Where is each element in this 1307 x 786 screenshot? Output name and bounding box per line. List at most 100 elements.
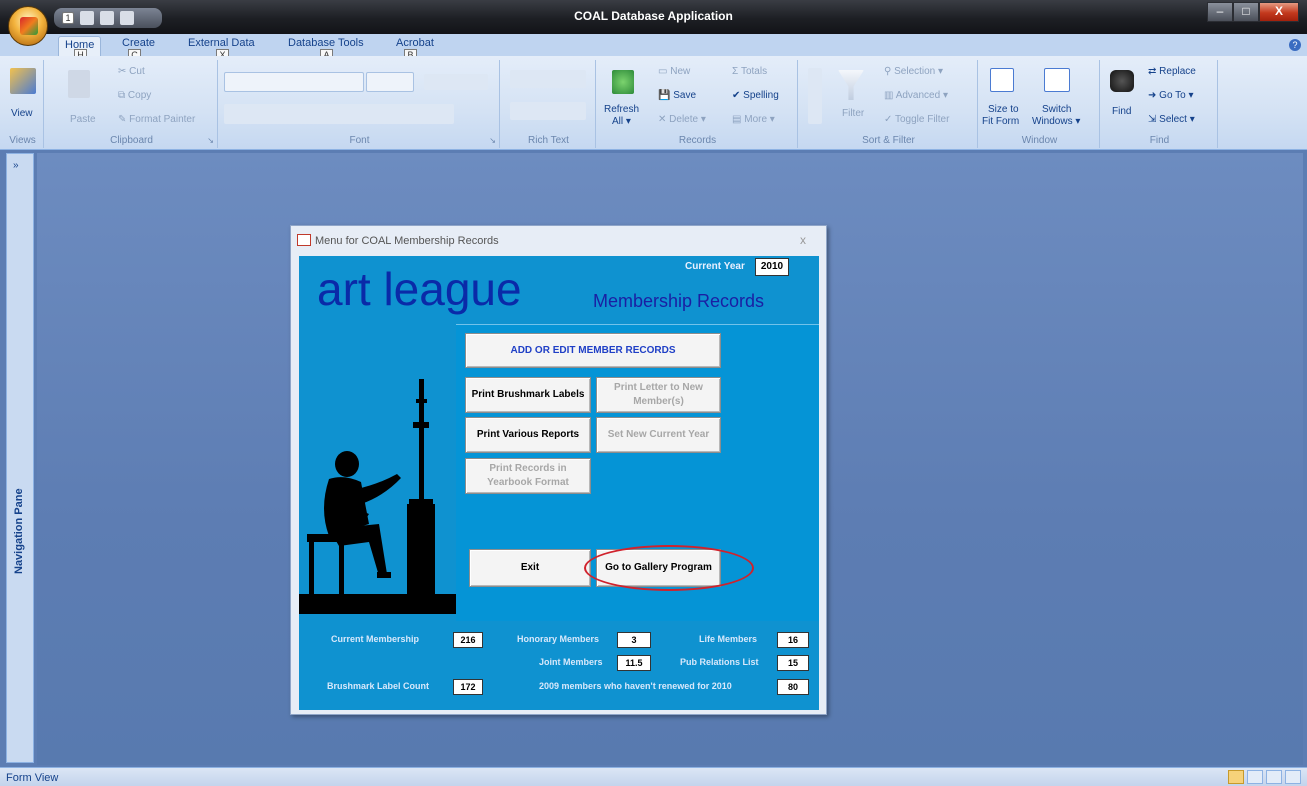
group-views: View Views <box>2 60 44 148</box>
save-record-button[interactable]: 💾 Save <box>658 90 696 101</box>
copy-button[interactable]: ⧉ Copy <box>118 90 151 101</box>
group-label-records: Records <box>678 135 717 146</box>
group-sort-filter: Filter ⚲ Selection ▾ ▥ Advanced ▾ ✓ Togg… <box>800 60 978 148</box>
form-icon <box>297 234 311 246</box>
status-text: Form View <box>6 772 59 784</box>
paste-button[interactable]: Paste <box>70 114 96 125</box>
set-new-current-year-button[interactable]: Set New Current Year <box>596 417 721 453</box>
list-icons[interactable] <box>510 102 586 120</box>
group-label-font: Font <box>349 135 370 146</box>
goto-button[interactable]: ➜ Go To ▾ <box>1148 90 1193 101</box>
binoculars-icon[interactable] <box>1110 70 1134 92</box>
group-find: Find ⇄ Replace ➜ Go To ▾ ⇲ Select ▾ Find <box>1102 60 1218 148</box>
find-button[interactable]: Find <box>1112 106 1131 117</box>
group-font: Font ↘ <box>220 60 500 148</box>
form-subtitle: Membership Records <box>593 291 765 311</box>
filter-button[interactable]: Filter <box>842 108 864 119</box>
exit-button[interactable]: Exit <box>469 549 591 587</box>
status-bar: Form View <box>0 767 1307 786</box>
current-year-label: Current Year <box>685 261 745 272</box>
view-icon[interactable] <box>10 68 36 94</box>
life-members-field: 16 <box>777 632 809 648</box>
title-bar: 1 COAL Database Application – □ X <box>0 0 1307 34</box>
advanced-button[interactable]: ▥ Advanced ▾ <box>884 90 948 101</box>
size-to-fit-icon[interactable] <box>990 68 1014 92</box>
navigation-pane-label: Navigation Pane <box>13 488 25 574</box>
navigation-pane[interactable]: » Navigation Pane <box>6 153 34 763</box>
not-renewed-label: 2009 members who haven't renewed for 201… <box>539 681 732 691</box>
not-renewed-field: 80 <box>777 679 809 695</box>
group-label-find: Find <box>1149 135 1170 146</box>
print-yearbook-format-button[interactable]: Print Records in Yearbook Format <box>465 458 591 494</box>
group-label-sort-filter: Sort & Filter <box>862 135 915 146</box>
brand-title: art league <box>317 263 522 315</box>
print-various-reports-button[interactable]: Print Various Reports <box>465 417 591 453</box>
current-year-field: 2010 <box>755 258 789 276</box>
size-to-fit-button-2[interactable]: Fit Form <box>982 116 1019 127</box>
group-window: Size to Fit Form Switch Windows ▾ Window <box>980 60 1100 148</box>
datasheet-view-icon[interactable] <box>1247 770 1263 784</box>
tab-database-tools[interactable]: Database Tools <box>288 37 364 49</box>
cut-button[interactable]: ✂ Cut <box>118 66 145 77</box>
joint-members-label: Joint Members <box>539 657 603 667</box>
totals-button[interactable]: Σ Totals <box>732 66 767 77</box>
nav-expand-icon[interactable]: » <box>13 160 19 171</box>
sort-icons[interactable] <box>808 68 822 124</box>
form-view-icon[interactable] <box>1228 770 1244 784</box>
indent-icons[interactable] <box>510 70 586 88</box>
window-title: COAL Database Application <box>574 9 733 23</box>
spelling-button[interactable]: ✔ Spelling <box>732 90 779 101</box>
paste-icon[interactable] <box>68 70 90 98</box>
add-edit-records-button[interactable]: ADD OR EDIT MEMBER RECORDS <box>465 333 721 368</box>
switch-windows-icon[interactable] <box>1044 68 1070 92</box>
switch-windows-button-2[interactable]: Windows ▾ <box>1032 116 1080 127</box>
dialog-close-button[interactable]: x <box>800 233 806 247</box>
align-icons[interactable] <box>424 74 488 90</box>
view-button[interactable]: View <box>11 108 33 119</box>
tab-create[interactable]: Create <box>122 37 155 49</box>
font-launcher-icon[interactable]: ↘ <box>489 136 496 145</box>
minimize-button[interactable]: – <box>1207 2 1233 22</box>
font-format-icons[interactable] <box>224 104 454 124</box>
clipboard-launcher-icon[interactable]: ↘ <box>207 136 214 145</box>
honorary-members-field: 3 <box>617 632 651 648</box>
office-button[interactable] <box>8 6 48 46</box>
group-label-views: Views <box>9 135 36 146</box>
current-membership-field: 216 <box>453 632 483 648</box>
joint-members-field: 11.5 <box>617 655 651 671</box>
size-to-fit-button[interactable]: Size to <box>988 104 1019 115</box>
print-letter-button[interactable]: Print Letter to New Member(s) <box>596 377 721 413</box>
tab-external-data[interactable]: External Data <box>188 37 255 49</box>
menu-form: art league Membership Records Current Ye… <box>299 256 819 710</box>
more-button[interactable]: ▤ More ▾ <box>732 114 775 125</box>
refresh-icon[interactable] <box>612 70 634 94</box>
pub-relations-label: Pub Relations List <box>680 657 759 667</box>
group-label-window: Window <box>1021 135 1058 146</box>
refresh-button[interactable]: Refresh <box>604 104 639 115</box>
new-record-button[interactable]: ▭ New <box>658 66 690 77</box>
toggle-filter-button[interactable]: ✓ Toggle Filter <box>884 114 949 125</box>
font-name-dropdown[interactable] <box>224 72 364 92</box>
select-button[interactable]: ⇲ Select ▾ <box>1148 114 1195 125</box>
group-clipboard: Paste ✂ Cut ⧉ Copy ✎ Format Painter Clip… <box>46 60 218 148</box>
filter-icon[interactable] <box>838 70 864 100</box>
replace-button[interactable]: ⇄ Replace <box>1148 66 1196 77</box>
font-size-dropdown[interactable] <box>366 72 414 92</box>
group-label-rich-text: Rich Text <box>528 135 569 146</box>
window-controls: – □ X <box>1207 2 1299 22</box>
layout-view-icon[interactable] <box>1266 770 1282 784</box>
artist-panel <box>299 324 456 621</box>
group-rich-text: Rich Text <box>502 60 596 148</box>
format-painter-button[interactable]: ✎ Format Painter <box>118 114 195 125</box>
group-label-clipboard: Clipboard <box>110 135 153 146</box>
close-button[interactable]: X <box>1259 2 1299 22</box>
maximize-button[interactable]: □ <box>1233 2 1259 22</box>
highlight-circle <box>584 545 754 591</box>
help-icon[interactable]: ? <box>1289 39 1301 51</box>
print-brushmark-labels-button[interactable]: Print Brushmark Labels <box>465 377 591 413</box>
switch-windows-button[interactable]: Switch <box>1042 104 1071 115</box>
design-view-icon[interactable] <box>1285 770 1301 784</box>
delete-record-button[interactable]: ✕ Delete ▾ <box>658 114 706 125</box>
selection-button[interactable]: ⚲ Selection ▾ <box>884 66 943 77</box>
tab-acrobat[interactable]: Acrobat <box>396 37 434 49</box>
